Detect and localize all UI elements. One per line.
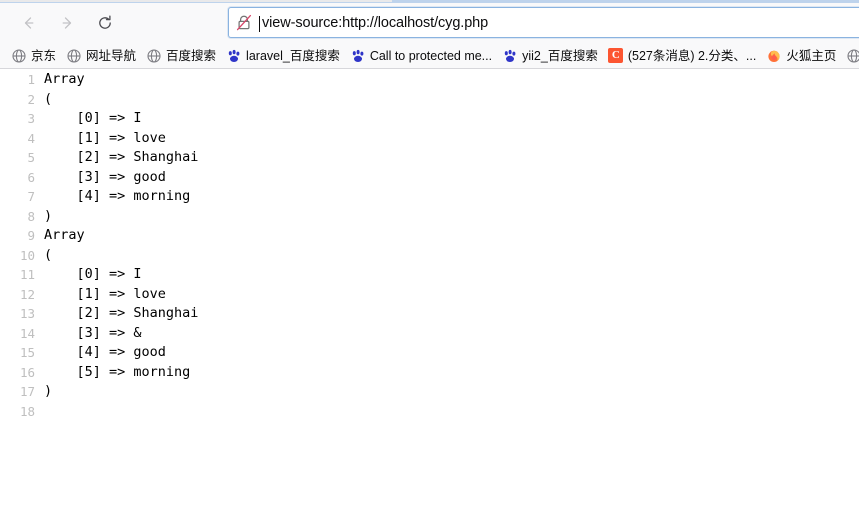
line-number: 8 xyxy=(27,208,35,224)
line-number: 13 xyxy=(19,306,35,321)
line-number: 15 xyxy=(19,345,35,360)
reload-button[interactable] xyxy=(86,7,124,39)
baidu-paw-icon xyxy=(350,48,366,64)
line-text: [3] => good xyxy=(44,168,166,185)
arrow-right-icon xyxy=(62,17,72,29)
source-line: 4 [1] => love xyxy=(0,129,859,149)
line-text: [1] => love xyxy=(44,285,166,302)
line-number: 4 xyxy=(27,130,35,146)
source-line: 18 xyxy=(0,402,859,422)
line-text: [4] => good xyxy=(44,344,166,360)
source-line: 11 [0] => I xyxy=(0,265,859,285)
line-text: [5] => morning xyxy=(44,363,191,380)
globe-icon xyxy=(846,48,859,64)
text-caret xyxy=(259,15,260,32)
line-number: 11 xyxy=(19,267,35,282)
source-line: 10 ( xyxy=(0,246,859,266)
bookmark-item-firefox-home[interactable]: 火狐主页 xyxy=(761,45,841,67)
view-source-content[interactable]: 1 Array 2 ( 3 [0] => I 4 [1] => love 5 [… xyxy=(0,70,859,516)
bookmark-label: yii2_百度搜索 xyxy=(522,48,598,63)
line-text: [0] => I xyxy=(44,266,142,282)
line-text: [2] => Shanghai xyxy=(44,305,199,321)
line-text: [2] => Shanghai xyxy=(44,149,199,165)
line-number: 18 xyxy=(19,403,35,419)
bookmark-item-laravel[interactable]: laravel_百度搜索 xyxy=(221,45,345,67)
globe-icon xyxy=(11,48,27,64)
bookmark-label: 京东 xyxy=(31,48,57,63)
source-line: 2 ( xyxy=(0,90,859,110)
source-line: 9 Array xyxy=(0,226,859,246)
bookmark-label: Call to protected me... xyxy=(369,48,493,63)
bookmark-item-wangzhidaohang[interactable]: 网址导航 xyxy=(61,45,141,67)
forward-button[interactable] xyxy=(48,7,86,39)
bookmark-label: 百度搜索 xyxy=(166,48,217,63)
bookmark-item-jingdong[interactable]: 京东 xyxy=(6,45,61,67)
arrow-left-icon xyxy=(24,17,34,29)
line-text: [4] => morning xyxy=(44,188,191,204)
bookmark-item-baidusousuo[interactable]: 百度搜索 xyxy=(141,45,221,67)
line-text: ( xyxy=(44,90,53,107)
line-number: 9 xyxy=(27,228,35,243)
source-line: 15 [4] => good xyxy=(0,343,859,363)
source-line: 16 [5] => morning xyxy=(0,363,859,383)
source-line: 6 [3] => good xyxy=(0,168,859,188)
bookmark-label: 网址导航 xyxy=(86,48,137,63)
line-text: Array xyxy=(44,71,85,87)
baidu-paw-icon xyxy=(502,48,518,64)
line-number: 10 xyxy=(19,247,35,263)
url-text-wrapper[interactable]: view-source:http://localhost/cyg.php xyxy=(259,14,489,32)
line-text: ) xyxy=(44,383,53,399)
line-text: [3] => & xyxy=(44,324,142,341)
line-text: ( xyxy=(44,246,53,263)
globe-icon xyxy=(66,48,82,64)
source-line: 13 [2] => Shanghai xyxy=(0,304,859,324)
source-line: 12 [1] => love xyxy=(0,285,859,305)
bookmark-label: (527条消息) 2.分类、... xyxy=(627,48,757,63)
line-number: 1 xyxy=(27,72,35,87)
address-bar[interactable]: view-source:http://localhost/cyg.php xyxy=(228,7,859,38)
line-text: [0] => I xyxy=(44,110,142,126)
source-line: 14 [3] => & xyxy=(0,324,859,344)
bookmark-label: 火狐主页 xyxy=(786,48,837,63)
source-line: 17 ) xyxy=(0,382,859,402)
tab-strip-stub xyxy=(0,0,392,2)
csdn-icon: C xyxy=(608,48,624,64)
reload-icon xyxy=(99,15,111,29)
line-number: 16 xyxy=(19,364,35,380)
line-number: 7 xyxy=(27,189,35,204)
bookmark-item-csdn[interactable]: C (527条消息) 2.分类、... xyxy=(603,45,762,67)
browser-window: view-source:http://localhost/cyg.php 京东 xyxy=(0,0,859,516)
line-number: 14 xyxy=(19,325,35,341)
source-line: 5 [2] => Shanghai xyxy=(0,148,859,168)
line-text: Array xyxy=(44,227,85,243)
back-button[interactable] xyxy=(10,7,48,39)
baidu-paw-icon xyxy=(226,48,242,64)
bookmark-item-yii2[interactable]: yii2_百度搜索 xyxy=(497,45,603,67)
line-number: 12 xyxy=(19,286,35,302)
bookmark-label: laravel_百度搜索 xyxy=(246,48,340,63)
firefox-icon xyxy=(766,48,782,64)
line-number: 6 xyxy=(27,169,35,185)
line-number: 3 xyxy=(27,111,35,126)
line-number: 17 xyxy=(19,384,35,399)
line-text: ) xyxy=(44,207,53,224)
line-number: 2 xyxy=(27,91,35,107)
source-line: 1 Array xyxy=(0,70,859,90)
source-line: 8 ) xyxy=(0,207,859,227)
bookmark-item-overflow-partial[interactable] xyxy=(841,45,859,67)
line-text: [1] => love xyxy=(44,129,166,146)
security-indicator[interactable] xyxy=(229,14,259,31)
bookmarks-toolbar: 京东 网址导航 百度搜索 laravel_百度搜索 Call to protec… xyxy=(0,43,859,69)
padlock-crossed-out-icon xyxy=(236,14,252,31)
bookmark-item-call-to-protected[interactable]: Call to protected me... xyxy=(345,45,497,67)
source-line: 3 [0] => I xyxy=(0,109,859,129)
nav-button-group xyxy=(10,7,124,39)
globe-icon xyxy=(146,48,162,64)
url-text: view-source:http://localhost/cyg.php xyxy=(262,14,489,31)
source-line: 7 [4] => morning xyxy=(0,187,859,207)
line-number: 5 xyxy=(27,150,35,165)
csdn-icon-letter: C xyxy=(608,48,624,63)
